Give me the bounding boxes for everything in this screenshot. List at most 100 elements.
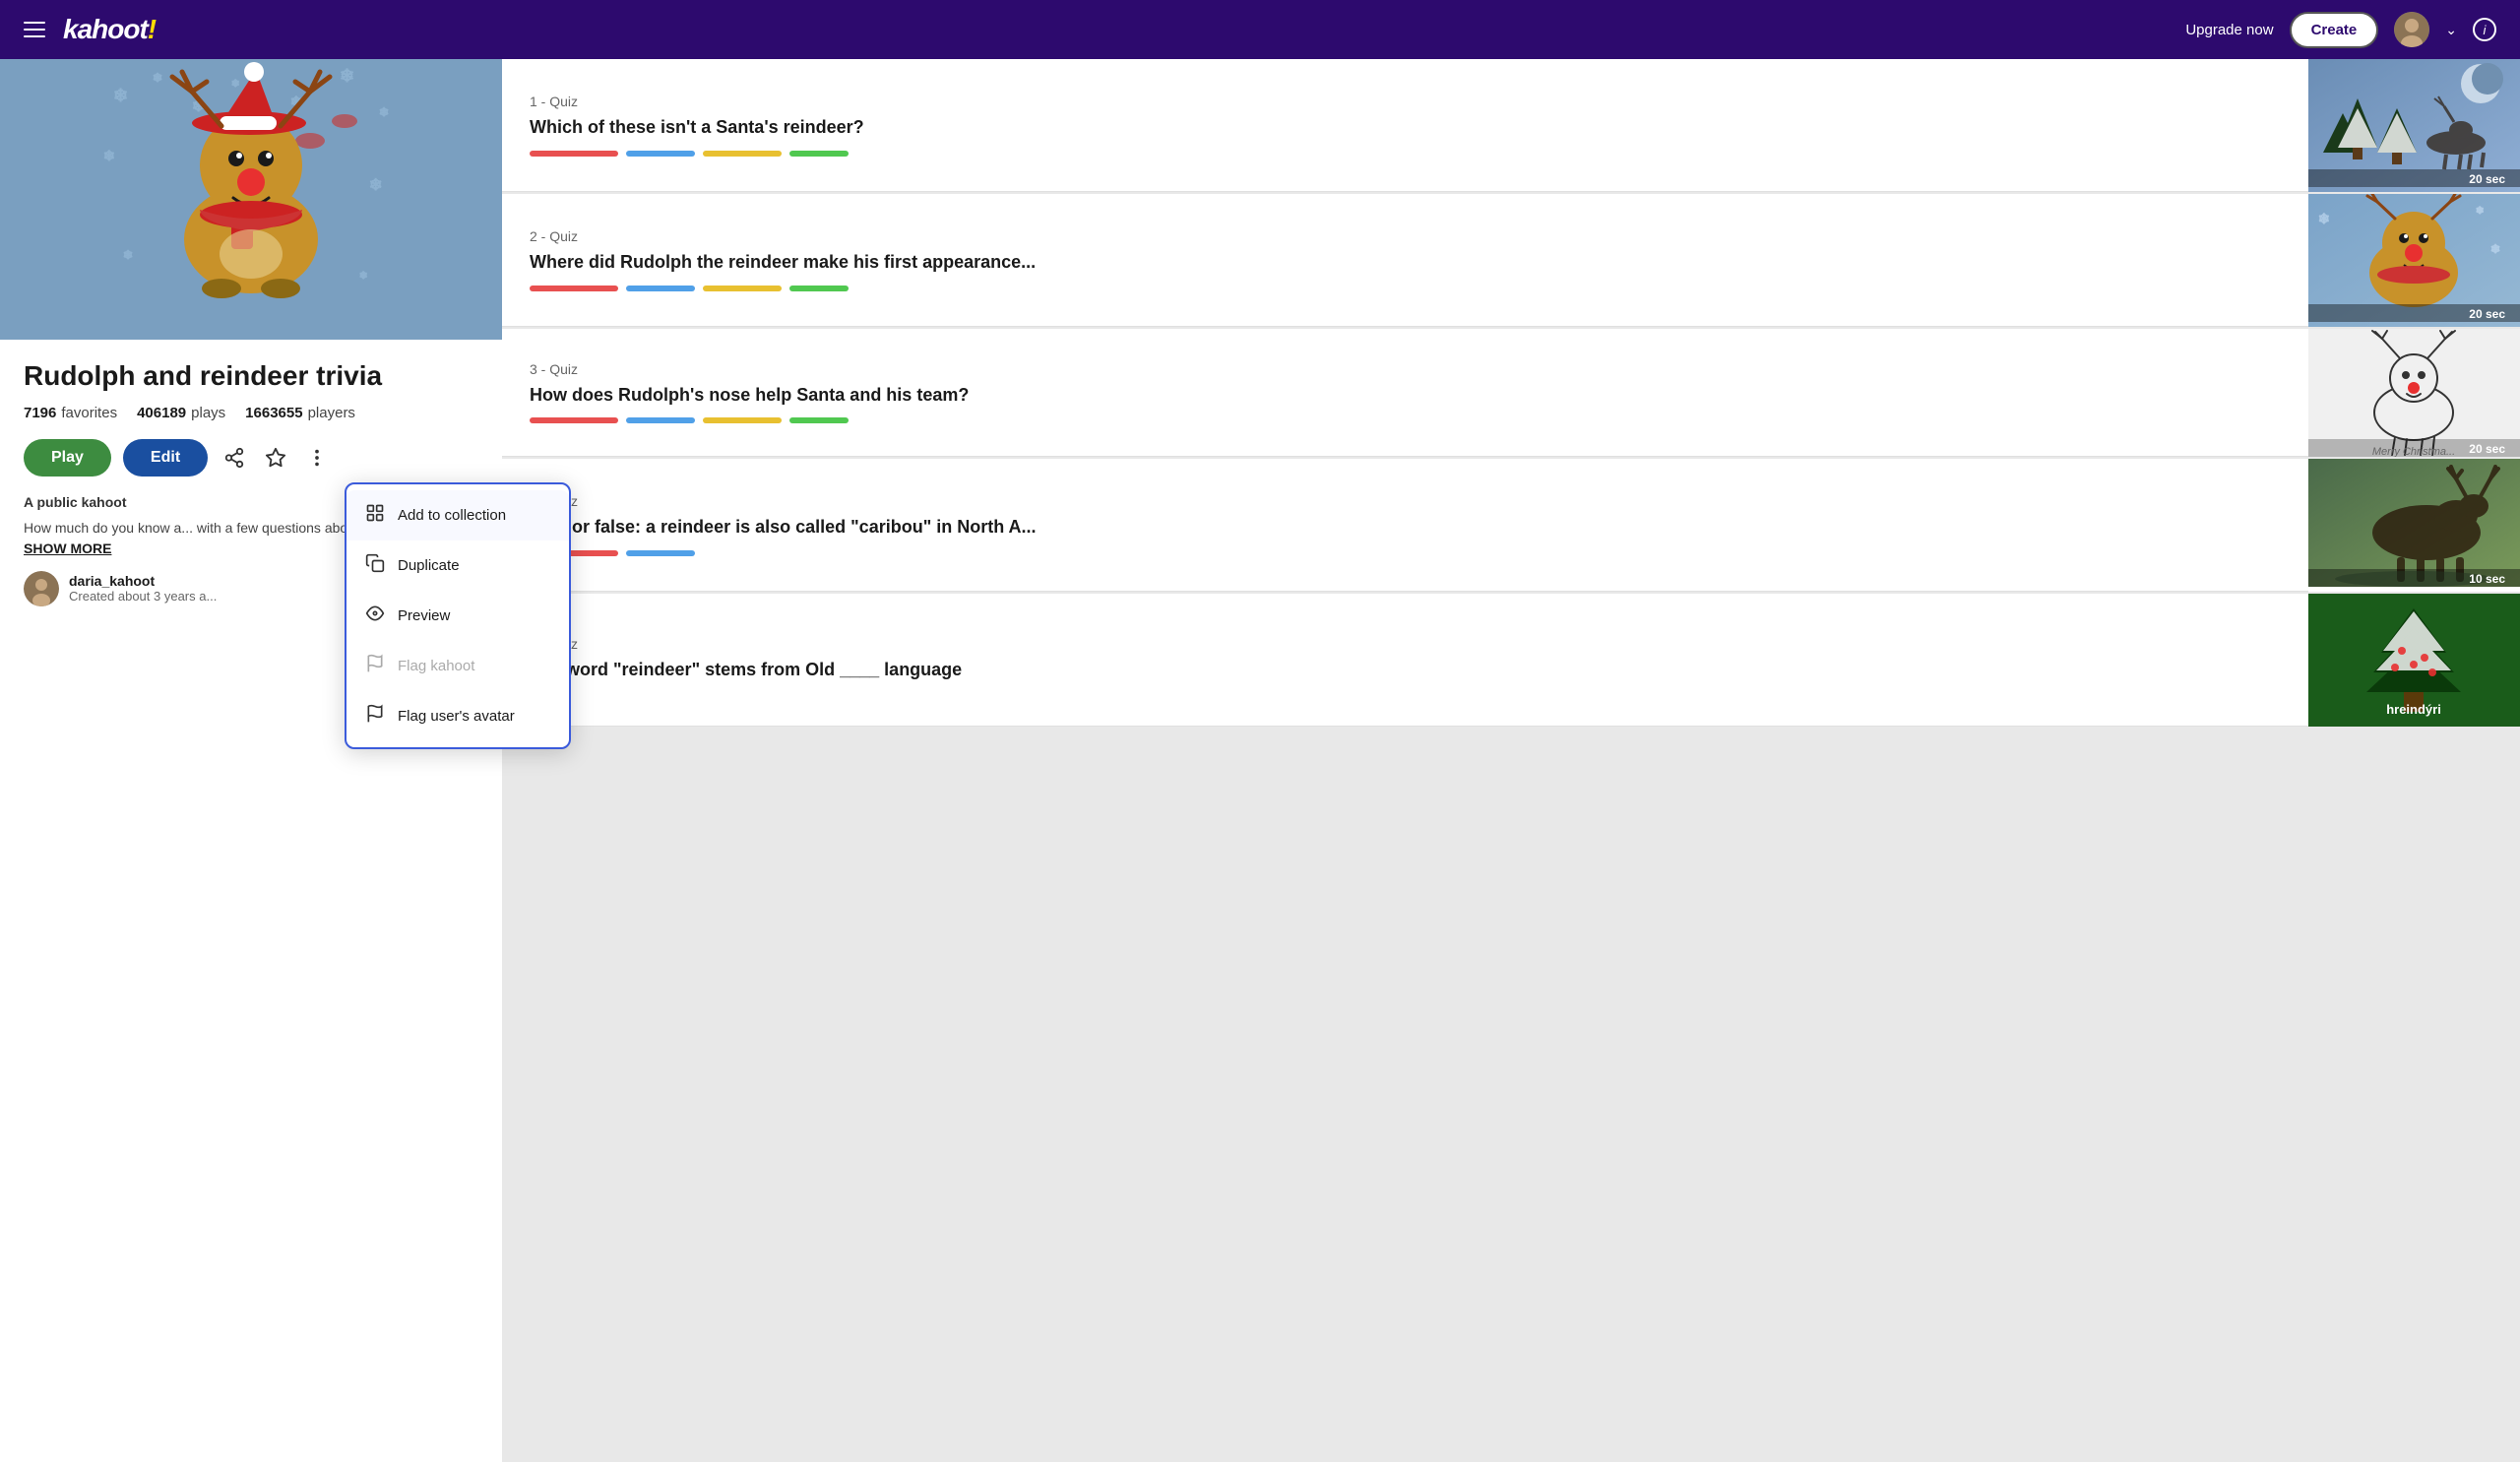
user-avatar[interactable] [2394, 12, 2429, 47]
players-stat: 1663655 players [245, 405, 355, 421]
svg-text:20 sec: 20 sec [2469, 172, 2505, 186]
hamburger-icon[interactable] [24, 22, 45, 37]
answer-bar [789, 151, 849, 157]
dropdown-item-add-collection[interactable]: Add to collection [346, 490, 569, 540]
answer-bar [789, 417, 849, 423]
favorites-stat: 7196 favorites [24, 405, 117, 421]
question-thumbnail: Merry Christma... 20 sec [2308, 329, 2520, 457]
question-thumbnail: ❄ ❄ ❄ 20 sec [2308, 194, 2520, 327]
question-thumbnail: 10 sec [2308, 459, 2520, 592]
svg-text:20 sec: 20 sec [2469, 307, 2505, 321]
info-icon[interactable]: i [2473, 18, 2496, 41]
author-meta: Created about 3 years a... [69, 589, 217, 604]
question-type: 5 - Quiz [530, 636, 2281, 652]
question-item[interactable]: 2 - Quiz Where did Rudolph the reindeer … [502, 194, 2520, 327]
dropdown-item-flag-avatar[interactable]: Flag user's avatar [346, 691, 569, 741]
question-text: Where did Rudolph the reindeer make his … [530, 250, 2281, 275]
flag-avatar-icon [364, 704, 386, 729]
question-type: 4 - Quiz [530, 493, 2281, 509]
answer-bar [703, 417, 782, 423]
svg-text:❄: ❄ [123, 248, 133, 262]
svg-text:❄: ❄ [2318, 211, 2330, 226]
plays-label: plays [191, 405, 225, 421]
svg-text:❄: ❄ [153, 71, 162, 85]
question-type: 3 - Quiz [530, 361, 2281, 377]
main-content: ❄ ❄ ❄ ❄ ❄ ❄ ❄ ❄ ❄ ❄ ❄ [0, 0, 2520, 1462]
question-content: 3 - Quiz How does Rudolph's nose help Sa… [502, 329, 2308, 457]
question-item[interactable]: 5 - Quiz The word "reindeer" stems from … [502, 594, 2520, 727]
user-menu-chevron[interactable]: ⌄ [2445, 22, 2457, 38]
right-panel: 1 - Quiz Which of these isn't a Santa's … [502, 59, 2520, 1462]
question-content: 4 - Quiz True or false: a reindeer is al… [502, 459, 2308, 592]
edit-button[interactable]: Edit [123, 439, 208, 477]
answer-preview [530, 286, 2281, 291]
svg-text:❄: ❄ [113, 86, 128, 105]
question-thumbnail: 20 sec [2308, 59, 2520, 192]
players-label: players [308, 405, 355, 421]
plays-count: 406189 [137, 405, 186, 421]
question-item[interactable]: 1 - Quiz Which of these isn't a Santa's … [502, 59, 2520, 192]
navbar: kahoot! Upgrade now Create ⌄ i [0, 0, 2520, 59]
flag-kahoot-icon [364, 654, 386, 678]
svg-text:❄: ❄ [231, 79, 239, 90]
answer-bar [703, 151, 782, 157]
dropdown-item-duplicate[interactable]: Duplicate [346, 540, 569, 591]
duplicate-icon [364, 553, 386, 578]
show-more-link[interactable]: SHOW MORE [24, 540, 111, 556]
question-thumbnail: hreindýri [2308, 594, 2520, 727]
cover-illustration: ❄ ❄ ❄ ❄ ❄ ❄ ❄ ❄ ❄ ❄ ❄ [0, 59, 502, 340]
question-item[interactable]: 3 - Quiz How does Rudolph's nose help Sa… [502, 329, 2520, 457]
question-content: 2 - Quiz Where did Rudolph the reindeer … [502, 194, 2308, 327]
favorite-button[interactable] [261, 443, 290, 473]
answer-bar [626, 151, 695, 157]
question-item[interactable]: 4 - Quiz True or false: a reindeer is al… [502, 459, 2520, 592]
svg-text:hreindýri: hreindýri [2386, 702, 2441, 717]
cover-image: ❄ ❄ ❄ ❄ ❄ ❄ ❄ ❄ ❄ ❄ ❄ [0, 59, 502, 340]
play-button[interactable]: Play [24, 439, 111, 477]
question-text: The word "reindeer" stems from Old ____ … [530, 658, 2281, 682]
author-avatar [24, 571, 59, 606]
question-content: 5 - Quiz The word "reindeer" stems from … [502, 594, 2308, 727]
answer-bar [530, 417, 618, 423]
plays-stat: 406189 plays [137, 405, 225, 421]
answer-bar [530, 151, 618, 157]
navbar-left: kahoot! [24, 14, 156, 45]
questions-list: 1 - Quiz Which of these isn't a Santa's … [502, 59, 2520, 729]
preview-icon [364, 604, 386, 628]
share-button[interactable] [220, 443, 249, 473]
players-count: 1663655 [245, 405, 302, 421]
duplicate-label: Duplicate [398, 557, 460, 574]
left-panel: ❄ ❄ ❄ ❄ ❄ ❄ ❄ ❄ ❄ ❄ ❄ [0, 59, 502, 1462]
question-type: 1 - Quiz [530, 94, 2281, 109]
action-row: Play Edit [24, 439, 478, 477]
stats-row: 7196 favorites 406189 plays 1663655 play… [24, 405, 478, 421]
collection-icon [364, 503, 386, 528]
more-options-button[interactable] [302, 443, 332, 473]
svg-text:❄: ❄ [103, 148, 115, 163]
dropdown-menu: Add to collection Duplicate Preview [345, 482, 571, 749]
answer-preview [530, 550, 2281, 556]
answer-bar [789, 286, 849, 291]
question-content: 1 - Quiz Which of these isn't a Santa's … [502, 59, 2308, 192]
answer-bar [626, 550, 695, 556]
svg-text:❄: ❄ [2490, 242, 2500, 256]
flag-avatar-label: Flag user's avatar [398, 708, 515, 725]
svg-text:❄: ❄ [379, 105, 389, 119]
answer-bar [626, 417, 695, 423]
answer-bar [703, 286, 782, 291]
upgrade-link[interactable]: Upgrade now [2185, 22, 2273, 38]
preview-label: Preview [398, 607, 450, 624]
svg-text:❄: ❄ [340, 66, 354, 86]
logo: kahoot! [63, 14, 156, 45]
author-info: daria_kahoot Created about 3 years a... [69, 573, 217, 604]
favorites-count: 7196 [24, 405, 56, 421]
svg-text:10 sec: 10 sec [2469, 572, 2505, 586]
favorites-label: favorites [61, 405, 117, 421]
author-name: daria_kahoot [69, 573, 217, 589]
create-button[interactable]: Create [2290, 12, 2379, 48]
question-text: How does Rudolph's nose help Santa and h… [530, 383, 2281, 408]
answer-preview [530, 417, 2281, 423]
question-type: 2 - Quiz [530, 228, 2281, 244]
dropdown-item-preview[interactable]: Preview [346, 591, 569, 641]
dropdown-item-flag-kahoot: Flag kahoot [346, 641, 569, 691]
